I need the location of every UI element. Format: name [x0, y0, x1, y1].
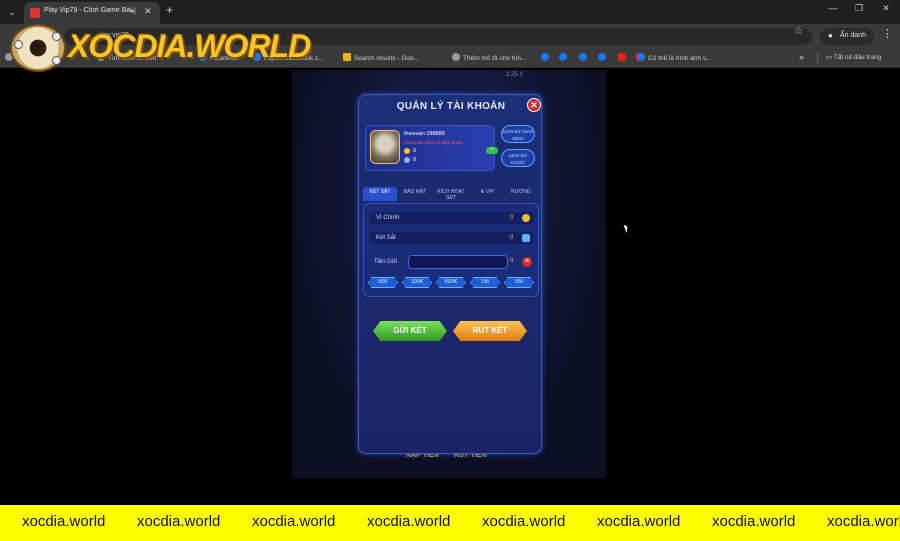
watermark-ticker: xocdia.world xocdia.world xocdia.world xocd… — [0, 505, 900, 541]
screen: ⌄ Play Vip79 - Chơi Game Bài ◂) ✕ + — ❐ … — [0, 0, 900, 541]
tab-title: Play Vip79 - Chơi Game Bài — [44, 7, 132, 14]
bookmark-item[interactable] — [559, 53, 570, 62]
site-favicon-icon — [30, 8, 40, 18]
xocdia-logo: XOCDIA.WORLD — [8, 22, 311, 74]
incognito-button[interactable]: ● Ẩn danh — [820, 28, 874, 45]
add-funds-plus-button[interactable]: + — [486, 147, 498, 154]
chip-5m[interactable]: 5M — [504, 277, 534, 288]
incognito-label: Ẩn danh — [840, 32, 867, 39]
facebook-icon — [559, 53, 567, 61]
tab-security[interactable]: BẢO MẬT — [399, 187, 431, 201]
minimize-icon[interactable]: — — [825, 3, 841, 13]
bookmark-label: Search results - Goo... — [354, 55, 420, 62]
bookmark-label: Thêm mô tả cho hìn... — [463, 55, 527, 62]
logo-dot — [52, 32, 61, 41]
deposit-to-safe-button[interactable]: GỬI KÉT — [373, 321, 447, 341]
incognito-icon: ● — [828, 31, 833, 40]
ticker-text: xocdia.world — [827, 513, 900, 530]
google-drive-icon — [343, 53, 351, 61]
logo-dot — [52, 56, 61, 65]
tab-vip[interactable]: ♛ VIP — [473, 187, 501, 201]
crown-icon: ♛ — [480, 189, 485, 195]
safe-balance-label: Két Sắt — [376, 235, 396, 241]
main-wallet-row: Ví Chính 0 — [370, 212, 534, 224]
all-bookmarks-button[interactable]: ▭ Tất cả dấu trang — [826, 53, 881, 61]
more-bookmarks-chevron-icon[interactable]: » — [799, 52, 804, 62]
avatar[interactable] — [370, 130, 400, 164]
main-wallet-label: Ví Chính — [376, 215, 400, 221]
bookmark-item[interactable]: Search results - Goo... — [343, 53, 419, 62]
dialog-tabs: KÉT SẮT BẢO MẬT KÍCH HOẠT SĐT ♛ VIP RƯƠN… — [363, 187, 539, 201]
gold-coin-icon — [522, 214, 530, 222]
chip-1m[interactable]: 1M — [470, 277, 500, 288]
username: thewuan 188888 — [404, 131, 445, 137]
facebook-icon — [637, 53, 645, 61]
ticker-text: xocdia.world — [137, 513, 221, 530]
chip-500k[interactable]: 500K — [436, 277, 466, 288]
main-wallet-value: 0 — [510, 215, 514, 221]
browser-titlebar: ⌄ Play Vip79 - Chơi Game Bài ◂) ✕ + — ❐ … — [0, 0, 900, 24]
mouse-cursor-icon — [623, 223, 630, 234]
ticker-text: xocdia.world — [712, 513, 796, 530]
clear-amount-icon[interactable]: ✕ — [522, 257, 532, 267]
bookmark-item[interactable] — [618, 53, 629, 62]
facebook-icon — [579, 53, 587, 61]
restore-icon[interactable]: ❐ — [851, 3, 867, 14]
account-management-dialog: QUẢN LÝ TÀI KHOẢN ✕ thewuan 188888 Chưa … — [358, 94, 542, 454]
bookmark-item[interactable]: Thêm mô tả cho hìn... — [452, 53, 526, 62]
safe-balance-value: 0 — [510, 235, 514, 241]
tab-search-chevron-icon[interactable]: ⌄ — [4, 4, 20, 20]
bookmark-label: Có thể là hình ảnh v... — [648, 55, 712, 62]
youtube-icon — [618, 53, 626, 61]
profile-card: thewuan 188888 Chưa xác thực số điện tho… — [365, 125, 498, 171]
bookmark-item[interactable] — [598, 53, 609, 62]
window-close-icon[interactable]: ✕ — [878, 3, 894, 14]
bookmark-item[interactable] — [541, 53, 552, 62]
transaction-history-button[interactable]: LỊCH SỬ GIAO DỊCH — [501, 125, 535, 143]
browser-menu-icon[interactable]: ⋮ — [882, 27, 893, 40]
bookmarks-separator — [817, 53, 818, 63]
facebook-icon — [541, 53, 549, 61]
dialog-title: QUẢN LÝ TÀI KHOẢN — [396, 101, 506, 112]
tab-activate-phone[interactable]: KÍCH HOẠT SĐT — [433, 187, 469, 201]
browser-tab-active[interactable]: Play Vip79 - Chơi Game Bài ◂) ✕ — [24, 2, 160, 24]
dialog-close-button[interactable]: ✕ — [527, 98, 541, 112]
chip-50k[interactable]: 50K — [368, 277, 398, 288]
facebook-icon — [598, 53, 606, 61]
withdraw-from-safe-button[interactable]: RÚT KÉT — [453, 321, 527, 341]
deposit-amount-input[interactable] — [408, 255, 508, 269]
game-version: 2.25.1 — [506, 72, 523, 78]
tab-safe[interactable]: KÉT SẮT — [363, 187, 397, 201]
bookmark-item[interactable] — [579, 53, 590, 62]
logo-dot — [14, 40, 23, 49]
phone-warning: Chưa xác thực số điện thoại — [404, 140, 462, 145]
bookmark-item[interactable]: Có thể là hình ảnh v... — [637, 53, 711, 62]
new-tab-button[interactable]: + — [166, 3, 173, 17]
globe-icon — [452, 53, 460, 61]
chip-100k[interactable]: 100K — [402, 277, 432, 288]
tab-chest[interactable]: RƯƠNG — [505, 187, 537, 201]
deposit-amount-coin: 0 — [510, 258, 514, 264]
tab-close-icon[interactable]: ✕ — [144, 6, 152, 17]
bookmark-star-icon[interactable]: ☆ — [794, 26, 803, 37]
ticker-text: xocdia.world — [482, 513, 566, 530]
ticker-text: xocdia.world — [597, 513, 681, 530]
bet-history-button[interactable]: LỊCH SỬ CƯỢC — [501, 149, 535, 167]
tab-vip-label: VIP — [485, 189, 494, 195]
ticker-text: xocdia.world — [22, 513, 106, 530]
lock-icon — [522, 234, 530, 242]
deposit-amount-label: Tiền Gửi — [374, 259, 398, 265]
gold-coin-icon — [404, 148, 410, 154]
silver-coin-icon — [404, 157, 410, 163]
gold-balance: 0 — [413, 148, 417, 154]
all-bookmarks-label: Tất cả dấu trang — [833, 54, 882, 61]
safe-balance-row: Két Sắt 0 — [370, 232, 534, 244]
safe-panel: Ví Chính 0 Két Sắt 0 Tiền Gửi 0 ✕ 50K 10… — [363, 203, 539, 297]
logo-text: XOCDIA.WORLD — [68, 28, 311, 64]
silver-balance: 0 — [413, 157, 417, 163]
ticker-text: xocdia.world — [367, 513, 451, 530]
ticker-text: xocdia.world — [252, 513, 336, 530]
audio-playing-icon[interactable]: ◂) — [130, 7, 136, 15]
